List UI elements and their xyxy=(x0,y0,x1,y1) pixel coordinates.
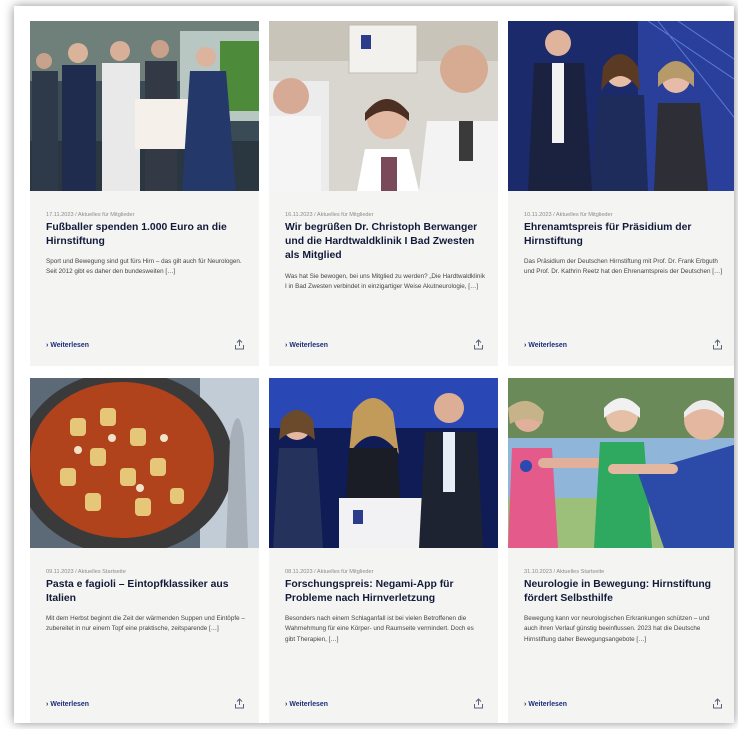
chevron-right-icon: › xyxy=(285,342,288,349)
article-meta: 10.11.2023 / Aktuelles für Mitglieder xyxy=(524,212,613,218)
read-more-link[interactable]: › Weiterlesen xyxy=(46,342,89,349)
article-card[interactable]: 31.10.2023 / Aktuelles Startseite Neurol… xyxy=(508,378,734,723)
read-more-label: Weiterlesen xyxy=(50,342,89,349)
article-card[interactable]: 08.11.2023 / Aktuelles für Mitglieder Fo… xyxy=(269,378,498,723)
article-title[interactable]: Ehrenamtspreis für Präsidium der Hirnsti… xyxy=(524,221,729,249)
article-meta: 17.11.2023 / Aktuelles für Mitglieder xyxy=(46,212,135,218)
article-photo xyxy=(508,21,734,191)
read-more-link[interactable]: › Weiterlesen xyxy=(524,701,567,708)
share-icon[interactable] xyxy=(473,698,484,709)
share-icon[interactable] xyxy=(712,698,723,709)
article-card[interactable]: 16.11.2023 / Aktuelles für Mitglieder Wi… xyxy=(269,21,498,366)
article-body: 08.11.2023 / Aktuelles für Mitglieder Fo… xyxy=(269,548,498,723)
article-image-volunteer-award[interactable] xyxy=(508,21,734,191)
article-meta: 16.11.2023 / Aktuelles für Mitglieder xyxy=(285,212,374,218)
news-grid-page: 17.11.2023 / Aktuelles für Mitglieder Fu… xyxy=(14,6,734,723)
share-icon[interactable] xyxy=(473,339,484,350)
article-body: 10.11.2023 / Aktuelles für Mitglieder Eh… xyxy=(508,191,734,366)
article-excerpt: Sport und Bewegung sind gut fürs Hirn – … xyxy=(46,258,242,276)
read-more-label: Weiterlesen xyxy=(289,701,328,708)
article-excerpt: Was hat Sie bewogen, bei uns Mitglied zu… xyxy=(285,273,485,291)
read-more-label: Weiterlesen xyxy=(528,342,567,349)
read-more-label: Weiterlesen xyxy=(50,701,89,708)
article-excerpt: Mit dem Herbst beginnt die Zeit der wärm… xyxy=(46,615,245,633)
article-title[interactable]: Fußballer spenden 1.000 Euro an die Hirn… xyxy=(46,221,251,249)
read-more-link[interactable]: › Weiterlesen xyxy=(524,342,567,349)
article-card[interactable]: 10.11.2023 / Aktuelles für Mitglieder Eh… xyxy=(508,21,734,366)
chevron-right-icon: › xyxy=(46,342,49,349)
article-card[interactable]: 09.11.2023 / Aktuelles Startseite Pasta … xyxy=(30,378,259,723)
share-icon[interactable] xyxy=(712,339,723,350)
read-more-link[interactable]: › Weiterlesen xyxy=(46,701,89,708)
article-photo xyxy=(508,378,734,548)
article-title[interactable]: Neurologie in Bewegung: Hirnstif­tung fö… xyxy=(524,578,729,606)
article-image-exercise-group[interactable] xyxy=(508,378,734,548)
chevron-right-icon: › xyxy=(524,342,527,349)
article-body: 31.10.2023 / Aktuelles Startseite Neurol… xyxy=(508,548,734,723)
article-excerpt: Besonders nach einem Schlaganfall ist be… xyxy=(285,615,474,643)
article-title[interactable]: Wir begrüßen Dr. Christoph Ber­wanger un… xyxy=(285,221,490,263)
article-body: 16.11.2023 / Aktuelles für Mitglieder Wi… xyxy=(269,191,498,366)
share-icon[interactable] xyxy=(234,698,245,709)
screenshot-frame: 17.11.2023 / Aktuelles für Mitglieder Fu… xyxy=(0,0,738,729)
article-title[interactable]: Forschungspreis: Negami-App für Probleme… xyxy=(285,578,490,606)
article-photo xyxy=(30,21,259,191)
read-more-label: Weiterlesen xyxy=(289,342,328,349)
article-excerpt: Bewegung kann vor neurologischen Erkrank… xyxy=(524,615,710,643)
article-excerpt: Das Präsidium der Deutschen Hirnstiftung… xyxy=(524,258,723,276)
article-title[interactable]: Pasta e fagioli – Eintopfklassiker aus I… xyxy=(46,578,251,606)
article-meta: 08.11.2023 / Aktuelles für Mitglieder xyxy=(285,569,374,575)
read-more-link[interactable]: › Weiterlesen xyxy=(285,342,328,349)
article-image-football-donation[interactable] xyxy=(30,21,259,191)
article-photo xyxy=(30,378,259,548)
read-more-link[interactable]: › Weiterlesen xyxy=(285,701,328,708)
article-meta: 09.11.2023 / Aktuelles Startseite xyxy=(46,569,126,575)
share-icon[interactable] xyxy=(234,339,245,350)
article-meta: 31.10.2023 / Aktuelles Startseite xyxy=(524,569,605,575)
chevron-right-icon: › xyxy=(524,701,527,708)
article-card[interactable]: 17.11.2023 / Aktuelles für Mitglieder Fu… xyxy=(30,21,259,366)
article-photo xyxy=(269,21,498,191)
chevron-right-icon: › xyxy=(46,701,49,708)
article-image-new-member[interactable] xyxy=(269,21,498,191)
article-image-research-prize[interactable] xyxy=(269,378,498,548)
article-photo xyxy=(269,378,498,548)
read-more-label: Weiterlesen xyxy=(528,701,567,708)
article-body: 09.11.2023 / Aktuelles Startseite Pasta … xyxy=(30,548,259,723)
article-body: 17.11.2023 / Aktuelles für Mitglieder Fu… xyxy=(30,191,259,366)
article-image-pasta-soup[interactable] xyxy=(30,378,259,548)
chevron-right-icon: › xyxy=(285,701,288,708)
